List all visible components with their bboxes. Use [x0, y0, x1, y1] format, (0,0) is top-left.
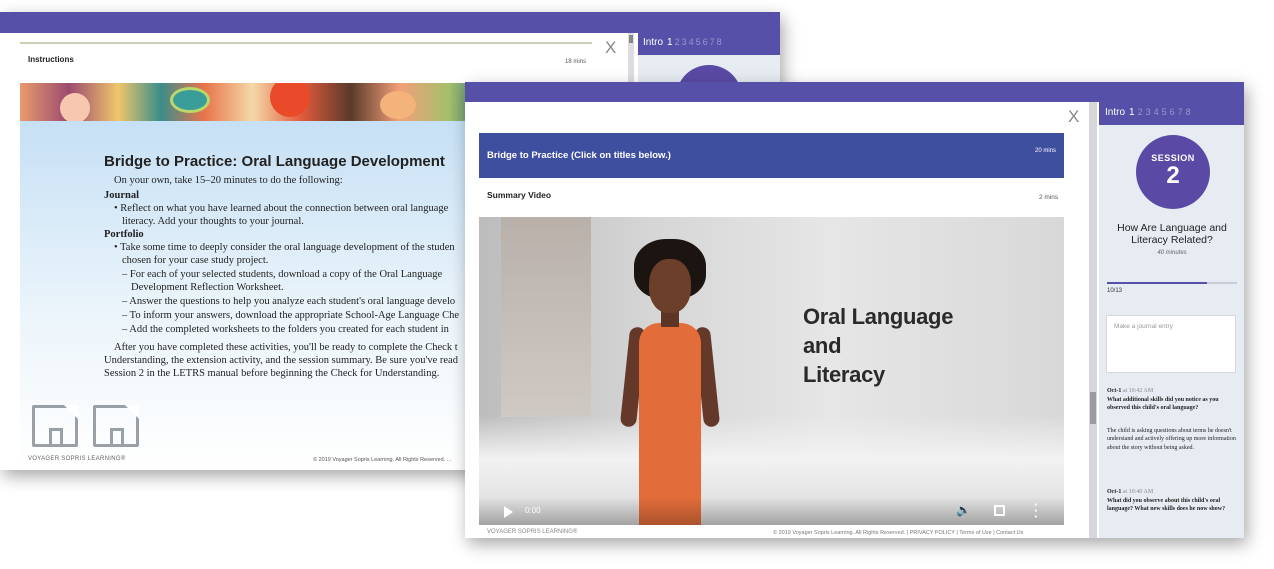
doc-text: – Add the completed worksheets to the fo…: [122, 324, 449, 335]
entry-question: What did you observe about this child's …: [1107, 497, 1226, 513]
tab-1[interactable]: 1: [667, 37, 673, 48]
front-window-header: [465, 82, 1244, 102]
back-copyright: © 2019 Voyager Sopris Learning. All Righ…: [313, 457, 452, 463]
entry-time: at 10:42 AM: [1122, 388, 1154, 394]
session-tabs: Intro 1 2 3 4 5 6 7 8: [1099, 102, 1244, 125]
flower-shape: [60, 93, 90, 121]
doc-text: After you have completed these activitie…: [114, 342, 458, 353]
eye-shape: [170, 87, 210, 113]
close-icon[interactable]: X: [605, 38, 616, 58]
tab-6[interactable]: 6: [1170, 107, 1175, 117]
flower-shape: [380, 91, 416, 119]
tab-2[interactable]: 2: [675, 37, 680, 47]
instructions-duration: 18 mins: [565, 59, 587, 65]
progress-bar: [1107, 282, 1237, 284]
tab-2[interactable]: 2: [1138, 107, 1143, 117]
tab-1[interactable]: 1: [1129, 107, 1135, 118]
doc-text: Session 2 in the LETRS manual before beg…: [104, 368, 440, 379]
video-controls: 0:00 🔈 · · ·: [479, 497, 1064, 525]
doc-text: • Reflect on what you have learned about…: [114, 203, 449, 214]
video-background: [501, 217, 591, 417]
tab-5[interactable]: 5: [696, 37, 701, 47]
doc-text: literacy. Add your thoughts to your jour…: [122, 216, 304, 227]
divider: [20, 42, 592, 44]
bridge-to-practice-section[interactable]: Bridge to Practice (Click on titles belo…: [479, 133, 1064, 178]
tab-intro[interactable]: Intro: [643, 37, 663, 48]
overlay-line: Oral Language: [803, 304, 954, 329]
doc-text: Development Reflection Worksheet.: [131, 282, 284, 293]
session-number: 2: [1166, 162, 1180, 189]
entry-time: at 10:40 AM: [1122, 489, 1154, 495]
doc-portfolio-heading: Portfolio: [104, 229, 144, 240]
session-duration: 40 minutes: [1157, 250, 1187, 256]
video-player[interactable]: Oral Language and Literacy 0:00 🔈 · · ·: [479, 217, 1064, 525]
summary-video-duration: 2 mins: [1039, 194, 1059, 201]
overlay-line: and: [803, 333, 842, 358]
journal-entry: Oct-1 at 10:42 AM What additional skills…: [1107, 387, 1237, 452]
entry-date: Oct-1: [1107, 388, 1122, 394]
doc-text: – For each of your selected students, do…: [122, 269, 443, 280]
front-window: X Bridge to Practice (Click on titles be…: [465, 82, 1244, 538]
volume-icon[interactable]: 🔈: [956, 503, 971, 517]
doc-text: • Take some time to deeply consider the …: [114, 242, 455, 253]
tab-8[interactable]: 8: [1186, 107, 1191, 117]
tab-4[interactable]: 4: [1154, 107, 1159, 117]
scrollbar[interactable]: [1089, 102, 1097, 538]
close-icon[interactable]: X: [1068, 107, 1079, 127]
tab-3[interactable]: 3: [1146, 107, 1151, 117]
tab-7[interactable]: 7: [1178, 107, 1183, 117]
fullscreen-icon[interactable]: [994, 505, 1005, 516]
back-window-header: [0, 12, 780, 33]
doc-text: chosen for your case study project.: [122, 255, 269, 266]
footer-logo: VOYAGER SOPRIS LEARNING®: [487, 529, 578, 535]
tab-3[interactable]: 3: [682, 37, 687, 47]
doc-text: Understanding, the extension activity, a…: [104, 355, 458, 366]
doc-intro: On your own, take 15–20 minutes to do th…: [114, 175, 343, 186]
more-options-icon[interactable]: · · ·: [1034, 498, 1038, 523]
journal-entry-input[interactable]: Make a journal entry: [1106, 315, 1236, 373]
tab-6[interactable]: 6: [703, 37, 708, 47]
tab-intro[interactable]: Intro: [1105, 107, 1125, 118]
session-badge: SESSION 2: [1136, 135, 1210, 209]
overlay-line: Literacy: [803, 362, 885, 387]
entry-answer: The child is asking questions about term…: [1107, 427, 1236, 451]
logo-icon: [32, 405, 78, 447]
doc-text: – Answer the questions to help you analy…: [122, 296, 456, 307]
session-title-line: How Are Language and: [1117, 222, 1227, 234]
doc-journal-heading: Journal: [104, 190, 140, 201]
vendor-logo: VOYAGER SOPRIS LEARNING®: [28, 456, 126, 462]
entry-date: Oct-1: [1107, 489, 1122, 495]
video-time: 0:00: [525, 506, 541, 515]
session-title-line: Literacy Related?: [1131, 234, 1213, 246]
footer-links[interactable]: © 2019 Voyager Sopris Learning. All Righ…: [773, 530, 1023, 536]
play-icon[interactable]: [504, 506, 513, 518]
tab-4[interactable]: 4: [689, 37, 694, 47]
logo-icon: [93, 405, 139, 447]
section-duration: 20 mins: [1035, 148, 1057, 154]
summary-video-title[interactable]: Summary Video: [487, 190, 551, 200]
entry-question: What additional skills did you notice as…: [1107, 396, 1219, 412]
session-sidebar: Intro 1 2 3 4 5 6 7 8 SESSION 2 How Are Language…: [1099, 102, 1244, 538]
document-title: Bridge to Practice: Oral Language Develo…: [104, 153, 445, 170]
flower-shape: [270, 83, 310, 117]
tab-5[interactable]: 5: [1162, 107, 1167, 117]
session-title: How Are Language and Literacy Related?: [1107, 222, 1237, 246]
progress-fill: [1107, 282, 1208, 284]
video-overlay-text: Oral Language and Literacy: [803, 302, 953, 389]
progress-count: 10/13: [1107, 288, 1123, 294]
tab-8[interactable]: 8: [717, 37, 722, 47]
journal-entry: Oct-1 at 10:40 AM What did you observe a…: [1107, 488, 1237, 514]
presenter-image: [609, 235, 729, 525]
section-title: Bridge to Practice (Click on titles belo…: [487, 150, 671, 161]
doc-text: – To inform your answers, download the a…: [122, 310, 460, 321]
tab-7[interactable]: 7: [710, 37, 715, 47]
instructions-section-title[interactable]: Instructions: [28, 55, 74, 64]
session-tabs: Intro 1 2 3 4 5 6 7 8: [638, 33, 780, 55]
